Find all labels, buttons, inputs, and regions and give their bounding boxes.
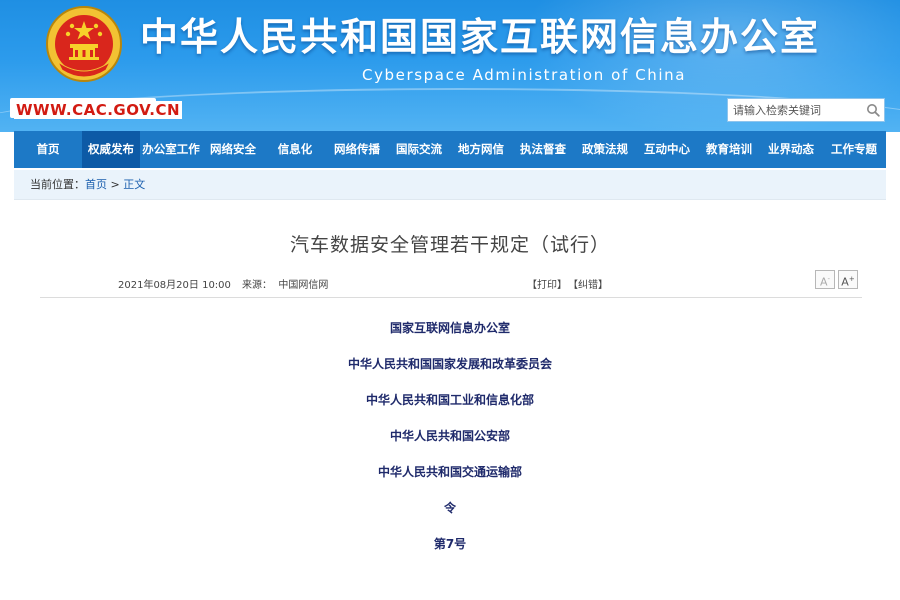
site-title: 中华人民共和国国家互联网信息办公室 — [140, 15, 821, 59]
nav-item-local-cac[interactable]: 地方网信 — [450, 131, 512, 168]
correction-link[interactable]: 【纠错】 — [568, 276, 608, 291]
issuer-line-4: 中华人民共和国公安部 — [389, 429, 510, 443]
nav-item-work-topics[interactable]: 工作专题 — [822, 131, 886, 168]
nav-item-industry-news[interactable]: 业界动态 — [760, 131, 822, 168]
nav-item-interaction-center[interactable]: 互动中心 — [636, 131, 698, 168]
main-nav: 首页 权威发布 办公室工作 网络安全 信息化 网络传播 国际交流 地方网信 执法… — [14, 131, 886, 168]
title-divider — [40, 297, 862, 298]
order-number: 第7号 — [433, 537, 467, 551]
nav-item-cybersecurity[interactable]: 网络安全 — [202, 131, 264, 168]
breadcrumb-separator: > — [107, 178, 124, 191]
search-box — [727, 98, 885, 122]
national-emblem-icon[interactable] — [44, 4, 124, 84]
issuer-line-5: 中华人民共和国交通运输部 — [377, 465, 522, 479]
nav-item-law-enforcement[interactable]: 执法督查 — [512, 131, 574, 168]
nav-item-informatization[interactable]: 信息化 — [264, 131, 326, 168]
search-icon[interactable] — [866, 103, 880, 117]
issuer-line-2: 中华人民共和国国家发展和改革委员会 — [347, 357, 552, 371]
font-increase-label: A — [841, 275, 849, 289]
breadcrumb-current: 正文 — [123, 178, 146, 191]
site-header: 中华人民共和国国家互联网信息办公室 Cyberspace Administrat… — [0, 0, 900, 132]
nav-item-international-exchange[interactable]: 国际交流 — [388, 131, 450, 168]
breadcrumb: 当前位置：首页 > 正文 — [14, 170, 886, 200]
nav-item-network-communication[interactable]: 网络传播 — [326, 131, 388, 168]
print-link[interactable]: 【打印】 — [527, 276, 567, 291]
font-decrease-button[interactable]: A- — [815, 270, 835, 289]
site-url[interactable]: WWW.CAC.GOV.CN — [14, 101, 183, 119]
nav-item-education-training[interactable]: 教育培训 — [698, 131, 760, 168]
article-title: 汽车数据安全管理若干规定（试行） — [289, 234, 610, 256]
nav-item-office-work[interactable]: 办公室工作 — [140, 131, 202, 168]
breadcrumb-prefix: 当前位置： — [30, 178, 85, 191]
site-subtitle: Cyberspace Administration of China — [362, 66, 687, 84]
search-input[interactable] — [728, 99, 858, 121]
article-meta: 2021年08月20日 10:00 来源： 中国网信网 【打印】 【纠错】 — [0, 276, 900, 291]
font-increase-button[interactable]: A+ — [838, 270, 858, 289]
font-decrease-label: A — [819, 275, 828, 289]
article-source: 来源： 中国网信网 — [242, 280, 329, 291]
nav-item-policies-regulations[interactable]: 政策法规 — [574, 131, 636, 168]
nav-item-authority-release[interactable]: 权威发布 — [82, 131, 140, 168]
order-label: 令 — [443, 501, 456, 515]
publish-date: 2021年08月20日 10:00 — [118, 280, 231, 291]
issuer-line-3: 中华人民共和国工业和信息化部 — [365, 393, 534, 407]
breadcrumb-home-link[interactable]: 首页 — [85, 170, 107, 200]
nav-item-home[interactable]: 首页 — [14, 131, 82, 168]
issuer-line-1: 国家互联网信息办公室 — [389, 321, 510, 335]
